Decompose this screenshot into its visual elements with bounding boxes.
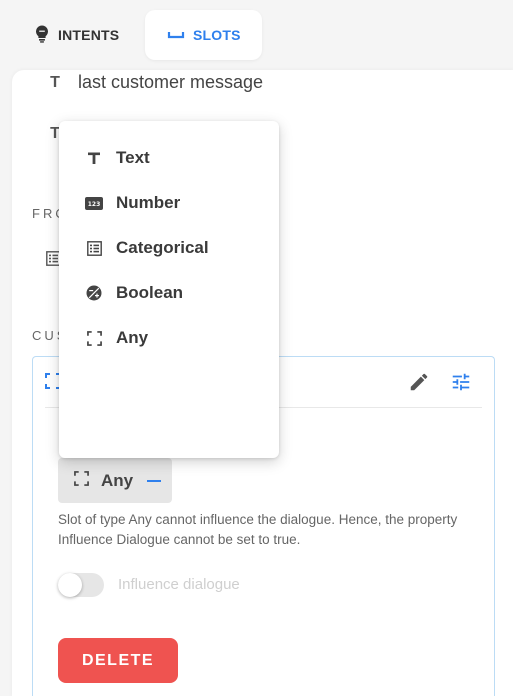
slot-type-value: Any xyxy=(101,470,134,490)
slot-name: last customer message xyxy=(78,72,264,92)
menu-item-label: Categorical xyxy=(116,238,209,257)
space-bar-icon xyxy=(167,27,185,43)
tab-intents[interactable]: INTENTS xyxy=(22,10,131,60)
menu-item-label: Any xyxy=(116,328,149,347)
tab-intents-label: INTENTS xyxy=(58,27,120,43)
tune-settings-icon[interactable] xyxy=(450,371,472,398)
type-help-text: Slot of type Any cannot influence the di… xyxy=(58,512,458,547)
tab-slots[interactable]: SLOTS xyxy=(145,10,262,60)
any-type-icon xyxy=(74,470,89,491)
toggle-knob xyxy=(58,573,82,597)
delete-button[interactable]: DELETE xyxy=(58,638,178,683)
menu-item-label: Text xyxy=(116,148,150,167)
lightbulb-icon xyxy=(34,25,50,46)
slot-row[interactable]: T last customer message xyxy=(46,72,263,93)
edit-pencil-icon[interactable] xyxy=(408,371,430,398)
svg-text:123: 123 xyxy=(88,201,101,208)
text-type-icon xyxy=(85,151,103,165)
menu-item-any[interactable]: Any xyxy=(59,318,279,358)
slot-type-menu: Text 123 Number Categorical Boolean Any xyxy=(59,121,279,458)
card-actions xyxy=(408,371,472,398)
menu-item-label: Boolean xyxy=(116,283,184,302)
slot-type-select[interactable]: Any xyxy=(58,458,172,503)
dropdown-indicator xyxy=(147,479,162,482)
text-type-icon: T xyxy=(50,73,60,91)
influence-dialogue-label: Influence dialogue xyxy=(118,576,240,593)
number-type-icon: 123 xyxy=(85,196,103,210)
boolean-type-icon xyxy=(85,285,103,301)
tab-slots-label: SLOTS xyxy=(193,27,241,43)
menu-item-categorical[interactable]: Categorical xyxy=(59,228,279,268)
menu-item-label: Number xyxy=(116,193,181,212)
influence-dialogue-toggle[interactable] xyxy=(58,573,104,597)
list-type-icon xyxy=(85,240,103,256)
menu-item-number[interactable]: 123 Number xyxy=(59,183,279,223)
any-type-icon xyxy=(85,330,103,346)
menu-item-boolean[interactable]: Boolean xyxy=(59,273,279,313)
menu-item-text[interactable]: Text xyxy=(59,138,279,178)
tab-bar: INTENTS SLOTS xyxy=(0,0,513,70)
